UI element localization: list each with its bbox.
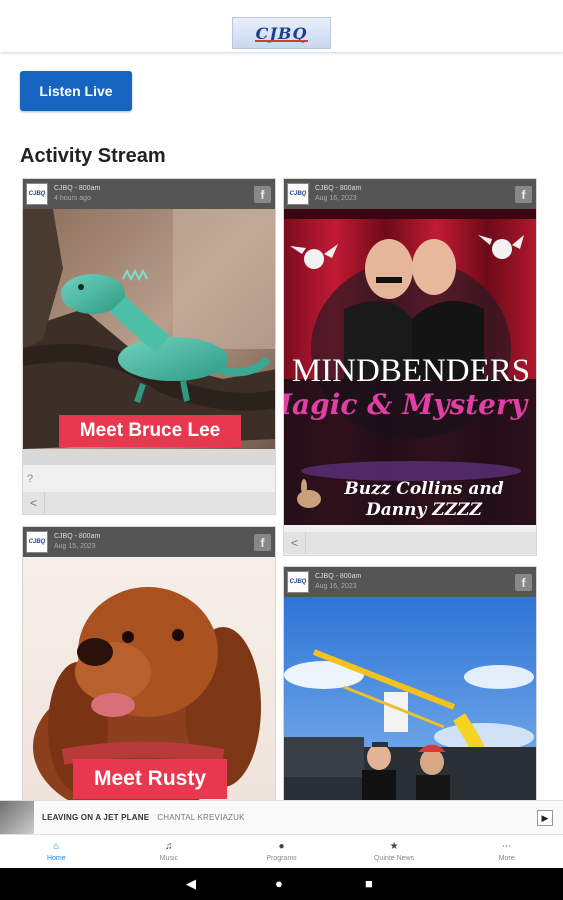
card-timestamp: 4 hours ago xyxy=(54,195,91,202)
poster-title: MINDBENDERS xyxy=(292,353,530,389)
microphone-icon: ● xyxy=(278,841,285,852)
image-overlay-label: Meet Rusty xyxy=(73,759,227,799)
nav-home[interactable]: ⌂ Home xyxy=(0,835,113,868)
share-icon[interactable]: < xyxy=(284,532,306,554)
play-button[interactable]: ▶ xyxy=(537,810,553,826)
now-playing-bar[interactable]: LEAVING ON A JET PLANE CHANTAL KREVIAZUK… xyxy=(0,800,563,835)
top-bar: CJBQ xyxy=(0,0,563,52)
share-icon[interactable]: < xyxy=(23,492,45,514)
album-art xyxy=(0,800,34,835)
poster-subtitle: Magic & Mystery xyxy=(284,388,529,421)
station-avatar: CJBQ xyxy=(26,183,48,205)
card-source: CJBQ - 800am xyxy=(54,533,101,540)
logo-underline xyxy=(255,40,308,42)
card-header: CJBQ CJBQ - 800am Aug 16, 2023 f xyxy=(284,179,536,209)
post-image[interactable]: MINDBENDERS Magic & Mystery Buzz Collins… xyxy=(284,209,536,525)
station-avatar: CJBQ xyxy=(26,531,48,553)
card-header: CJBQ CJBQ - 800am 4 hours ago f xyxy=(23,179,275,209)
card-header: CJBQ CJBQ - 800am Aug 16, 2023 f xyxy=(284,567,536,597)
nav-programs[interactable]: ● Programs xyxy=(225,835,338,868)
nav-quinte-news[interactable]: ★ Quinte News xyxy=(338,835,451,868)
facebook-icon[interactable]: f xyxy=(515,186,532,203)
post-image[interactable]: Meet Rusty xyxy=(23,557,275,801)
poster-names-line2: Danny ZZZZ xyxy=(365,500,483,520)
recents-icon[interactable]: ■ xyxy=(365,877,373,891)
card-timestamp: Aug 15, 2023 xyxy=(54,543,96,550)
post-caption: ? xyxy=(27,473,34,485)
activity-stream-title: Activity Stream xyxy=(20,145,166,167)
mindbenders-poster: MINDBENDERS Magic & Mystery Buzz Collins… xyxy=(284,209,536,525)
system-navigation-bar: ◀ ● ■ xyxy=(0,868,563,900)
image-overlay-label: Meet Bruce Lee xyxy=(59,415,241,447)
station-avatar: CJBQ xyxy=(287,183,309,205)
station-logo: CJBQ xyxy=(232,17,331,49)
nav-quinte-news-label: Quinte News xyxy=(374,855,415,862)
activity-card[interactable]: CJBQ CJBQ - 800am Aug 16, 2023 f xyxy=(283,566,537,801)
nav-music[interactable]: ♫ Music xyxy=(113,835,226,868)
card-header: CJBQ CJBQ - 800am Aug 15, 2023 f xyxy=(23,527,275,557)
now-playing-artist: CHANTAL KREVIAZUK xyxy=(157,813,245,822)
facebook-icon[interactable]: f xyxy=(254,186,271,203)
now-playing-track: LEAVING ON A JET PLANE xyxy=(42,813,150,822)
card-source: CJBQ - 800am xyxy=(315,573,362,580)
post-image[interactable]: Meet Bruce Lee xyxy=(23,209,275,465)
nav-home-label: Home xyxy=(46,855,66,862)
share-bar: < xyxy=(284,532,536,554)
nav-music-label: Music xyxy=(159,855,179,862)
more-icon: ⋯ xyxy=(501,841,512,852)
post-image[interactable] xyxy=(284,597,536,801)
music-note-icon: ♫ xyxy=(165,841,173,852)
activity-card[interactable]: CJBQ CJBQ - 800am Aug 16, 2023 f xyxy=(283,178,537,556)
nav-more[interactable]: ⋯ More xyxy=(450,835,563,868)
home-circle-icon[interactable]: ● xyxy=(275,877,283,891)
facebook-icon[interactable]: f xyxy=(254,534,271,551)
share-bar: < xyxy=(23,492,275,514)
facebook-icon[interactable]: f xyxy=(515,574,532,591)
activity-card[interactable]: CJBQ CJBQ - 800am 4 hours ago f Meet Bru… xyxy=(22,178,276,515)
nav-more-label: More xyxy=(498,855,515,862)
app-screen: CJBQ Listen Live Activity Stream CJBQ CJ… xyxy=(0,0,563,900)
event-photo xyxy=(284,597,536,801)
station-avatar: CJBQ xyxy=(287,571,309,593)
activity-card[interactable]: CJBQ CJBQ - 800am Aug 15, 2023 f Meet Ru… xyxy=(22,526,276,801)
listen-live-button[interactable]: Listen Live xyxy=(20,71,132,111)
home-icon: ⌂ xyxy=(53,841,60,852)
star-icon: ★ xyxy=(389,841,399,852)
card-source: CJBQ - 800am xyxy=(315,185,362,192)
nav-programs-label: Programs xyxy=(266,855,297,862)
card-timestamp: Aug 16, 2023 xyxy=(315,195,357,202)
back-icon[interactable]: ◀ xyxy=(186,877,196,891)
card-timestamp: Aug 16, 2023 xyxy=(315,583,357,590)
bottom-navigation: ⌂ Home ♫ Music ● Programs ★ Quinte News … xyxy=(0,834,563,868)
card-source: CJBQ - 800am xyxy=(54,185,101,192)
poster-names-line1: Buzz Collins and xyxy=(343,479,503,499)
